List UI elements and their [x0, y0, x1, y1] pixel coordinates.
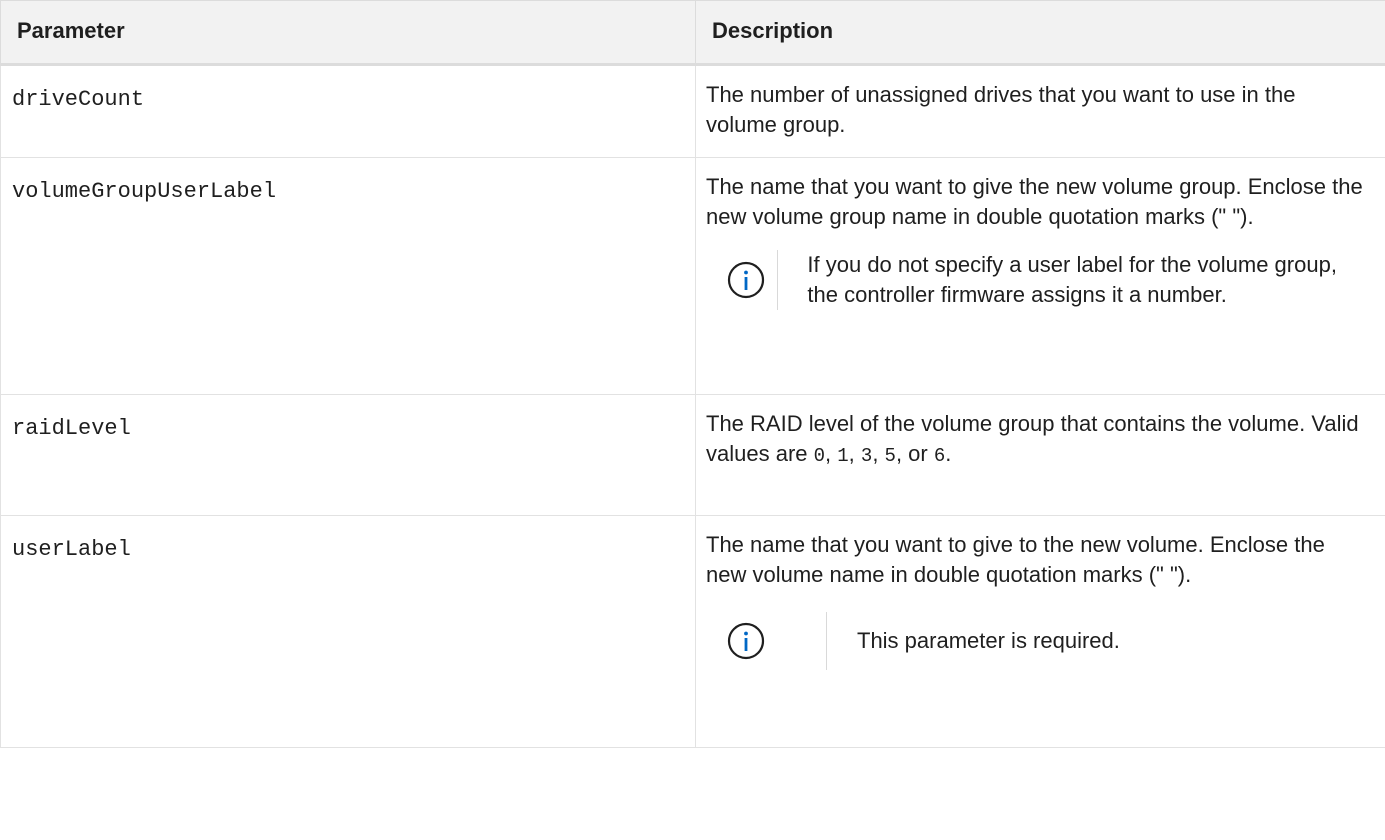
- value-code: 6: [933, 445, 946, 467]
- note-admonition: This parameter is required.: [706, 612, 1371, 670]
- column-header-parameter: Parameter: [0, 0, 696, 66]
- table-row: volumeGroupUserLabel The name that you w…: [0, 157, 1385, 395]
- description-cell: The RAID level of the volume group that …: [695, 394, 1385, 516]
- table-header-row: Parameter Description: [0, 0, 1385, 66]
- separator: , or: [895, 441, 934, 466]
- parameter-name: volumeGroupUserLabel: [12, 179, 277, 204]
- separator: ,: [825, 441, 838, 466]
- note-text: If you do not specify a user label for t…: [807, 252, 1337, 307]
- description-text: The RAID level of the volume group that …: [706, 409, 1371, 471]
- note-admonition: If you do not specify a user label for t…: [706, 250, 1371, 310]
- description-text: The name that you want to give to the ne…: [706, 532, 1325, 587]
- note-text: This parameter is required.: [857, 628, 1120, 653]
- parameter-cell: raidLevel: [0, 394, 696, 516]
- table-row: userLabel The name that you want to give…: [0, 515, 1385, 748]
- parameter-name: userLabel: [12, 537, 131, 562]
- description-text: The number of unassigned drives that you…: [706, 82, 1296, 137]
- description-suffix: .: [945, 441, 952, 466]
- parameter-cell: userLabel: [0, 515, 696, 748]
- value-code: 1: [837, 445, 849, 467]
- table-row: raidLevel The RAID level of the volume g…: [0, 394, 1385, 516]
- table-row: driveCount The number of unassigned driv…: [0, 64, 1385, 158]
- parameter-name: raidLevel: [12, 416, 131, 441]
- info-circle-icon: [727, 261, 765, 299]
- value-code: 5: [884, 445, 896, 467]
- separator: ,: [848, 441, 861, 466]
- description-cell: The number of unassigned drives that you…: [695, 64, 1385, 158]
- description-cell: The name that you want to give the new v…: [695, 157, 1385, 395]
- parameter-cell: driveCount: [0, 64, 696, 158]
- header-label: Parameter: [17, 18, 125, 43]
- header-label: Description: [712, 18, 834, 43]
- parameters-table: Parameter Description driveCount The num…: [0, 0, 1385, 748]
- column-header-description: Description: [695, 0, 1385, 66]
- separator: ,: [872, 441, 885, 466]
- description-cell: The name that you want to give to the ne…: [695, 515, 1385, 748]
- description-prefix: The RAID level of the volume group that …: [706, 411, 1359, 466]
- parameter-cell: volumeGroupUserLabel: [0, 157, 696, 395]
- parameter-name: driveCount: [12, 87, 145, 112]
- value-code: 0: [813, 445, 826, 467]
- description-text: The name that you want to give the new v…: [706, 174, 1363, 229]
- info-circle-icon: [727, 622, 765, 660]
- value-code: 3: [860, 445, 873, 467]
